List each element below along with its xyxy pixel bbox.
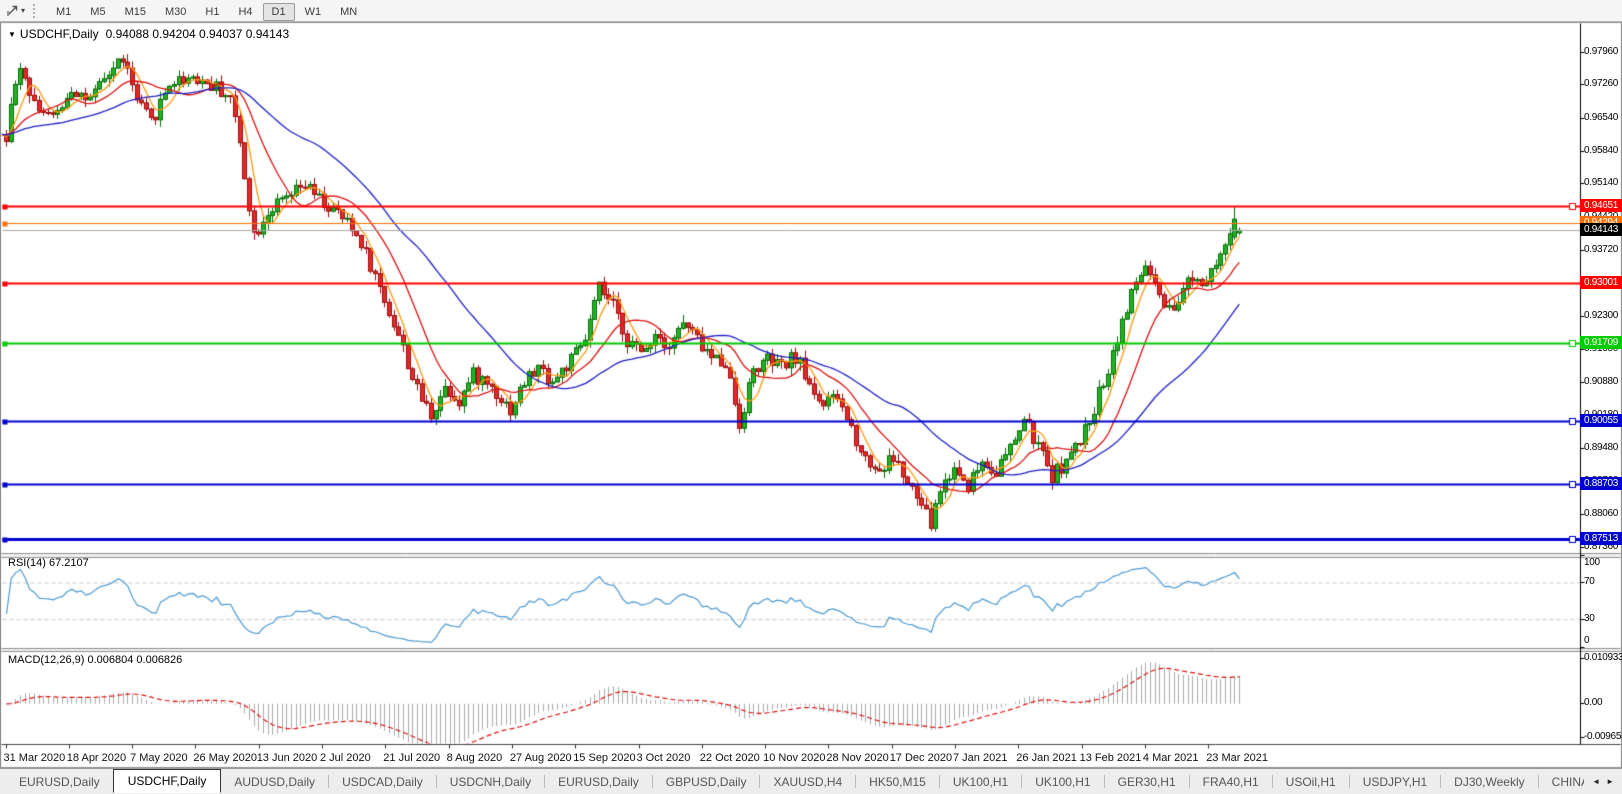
chart-tab-gbpusd-daily[interactable]: GBPUSD,Daily xyxy=(653,771,760,793)
collapse-triangle-icon[interactable]: ▼ xyxy=(8,30,16,39)
timeframe-button-m30[interactable]: M30 xyxy=(156,3,195,21)
timeframe-button-m15[interactable]: M15 xyxy=(116,3,155,21)
timeframe-button-h4[interactable]: H4 xyxy=(229,3,261,21)
timeframe-button-w1[interactable]: W1 xyxy=(296,3,331,21)
chart-tab-usoil-h1[interactable]: USOil,H1 xyxy=(1273,771,1349,793)
chart-symbol-period: USDCHF,Daily xyxy=(20,27,99,41)
chart-tab-usdcnh-daily[interactable]: USDCNH,Daily xyxy=(437,771,544,793)
tabs-scroll-left-icon[interactable]: ◄ xyxy=(1592,777,1600,786)
chart-tab-eurusd-daily[interactable]: EURUSD,Daily xyxy=(6,771,113,793)
toolbar-grip xyxy=(33,4,38,18)
chart-tab-ger30-h1[interactable]: GER30,H1 xyxy=(1105,771,1189,793)
chevron-down-icon[interactable]: ▾ xyxy=(21,6,25,15)
macd-indicator-label: MACD(12,26,9) 0.006804 0.006826 xyxy=(8,654,182,666)
chart-title: ▼ USDCHF,Daily 0.94088 0.94204 0.94037 0.9… xyxy=(8,27,289,41)
trading-terminal: ▾ M1M5M15M30H1H4D1W1MN ▼ USDCHF,Daily 0.94… xyxy=(0,0,1622,794)
chart-tab-usdchf-daily[interactable]: USDCHF,Daily xyxy=(113,769,222,793)
tabs-scroll-right-icon[interactable]: ► xyxy=(1606,777,1614,786)
chart-ohlc-values: 0.94088 0.94204 0.94037 0.94143 xyxy=(106,27,290,41)
timeframe-button-h1[interactable]: H1 xyxy=(196,3,228,21)
timeframe-toolbar: ▾ M1M5M15M30H1H4D1W1MN xyxy=(0,0,1622,22)
rsi-indicator-label: RSI(14) 67.2107 xyxy=(8,557,89,569)
chart-tab-fra40-h1[interactable]: FRA40,H1 xyxy=(1190,771,1272,793)
timeframe-button-d1[interactable]: D1 xyxy=(263,3,295,21)
chart-tab-dj30-weekly[interactable]: DJ30,Weekly xyxy=(1441,771,1537,793)
timeframe-buttons: M1M5M15M30H1H4D1W1MN xyxy=(47,2,367,20)
chart-tab-xauusd-h4[interactable]: XAUUSD,H4 xyxy=(760,771,855,793)
chart-tab-hk50-m15[interactable]: HK50,M15 xyxy=(856,771,939,793)
timeframe-button-m5[interactable]: M5 xyxy=(81,3,114,21)
chart-tab-uk100-h1[interactable]: UK100,H1 xyxy=(940,771,1021,793)
chart-tab-usdjpy-h1[interactable]: USDJPY,H1 xyxy=(1350,771,1440,793)
chart-tab-usdcad-daily[interactable]: USDCAD,Daily xyxy=(329,771,436,793)
price-chart-canvas[interactable] xyxy=(0,0,1622,794)
chart-tab-uk100-h1[interactable]: UK100,H1 xyxy=(1022,771,1103,793)
tabs-scroll-arrows: ◄ ► xyxy=(1584,769,1622,794)
chart-tabs-bar: EURUSD,DailyUSDCHF,DailyAUDUSD,DailyUSDC… xyxy=(0,768,1622,794)
timeframe-button-m1[interactable]: M1 xyxy=(47,3,80,21)
timeframe-button-mn[interactable]: MN xyxy=(331,3,366,21)
chart-tab-audusd-daily[interactable]: AUDUSD,Daily xyxy=(221,771,328,793)
chart-cursor-icon[interactable] xyxy=(5,3,20,18)
chart-tab-eurusd-daily[interactable]: EURUSD,Daily xyxy=(545,771,652,793)
